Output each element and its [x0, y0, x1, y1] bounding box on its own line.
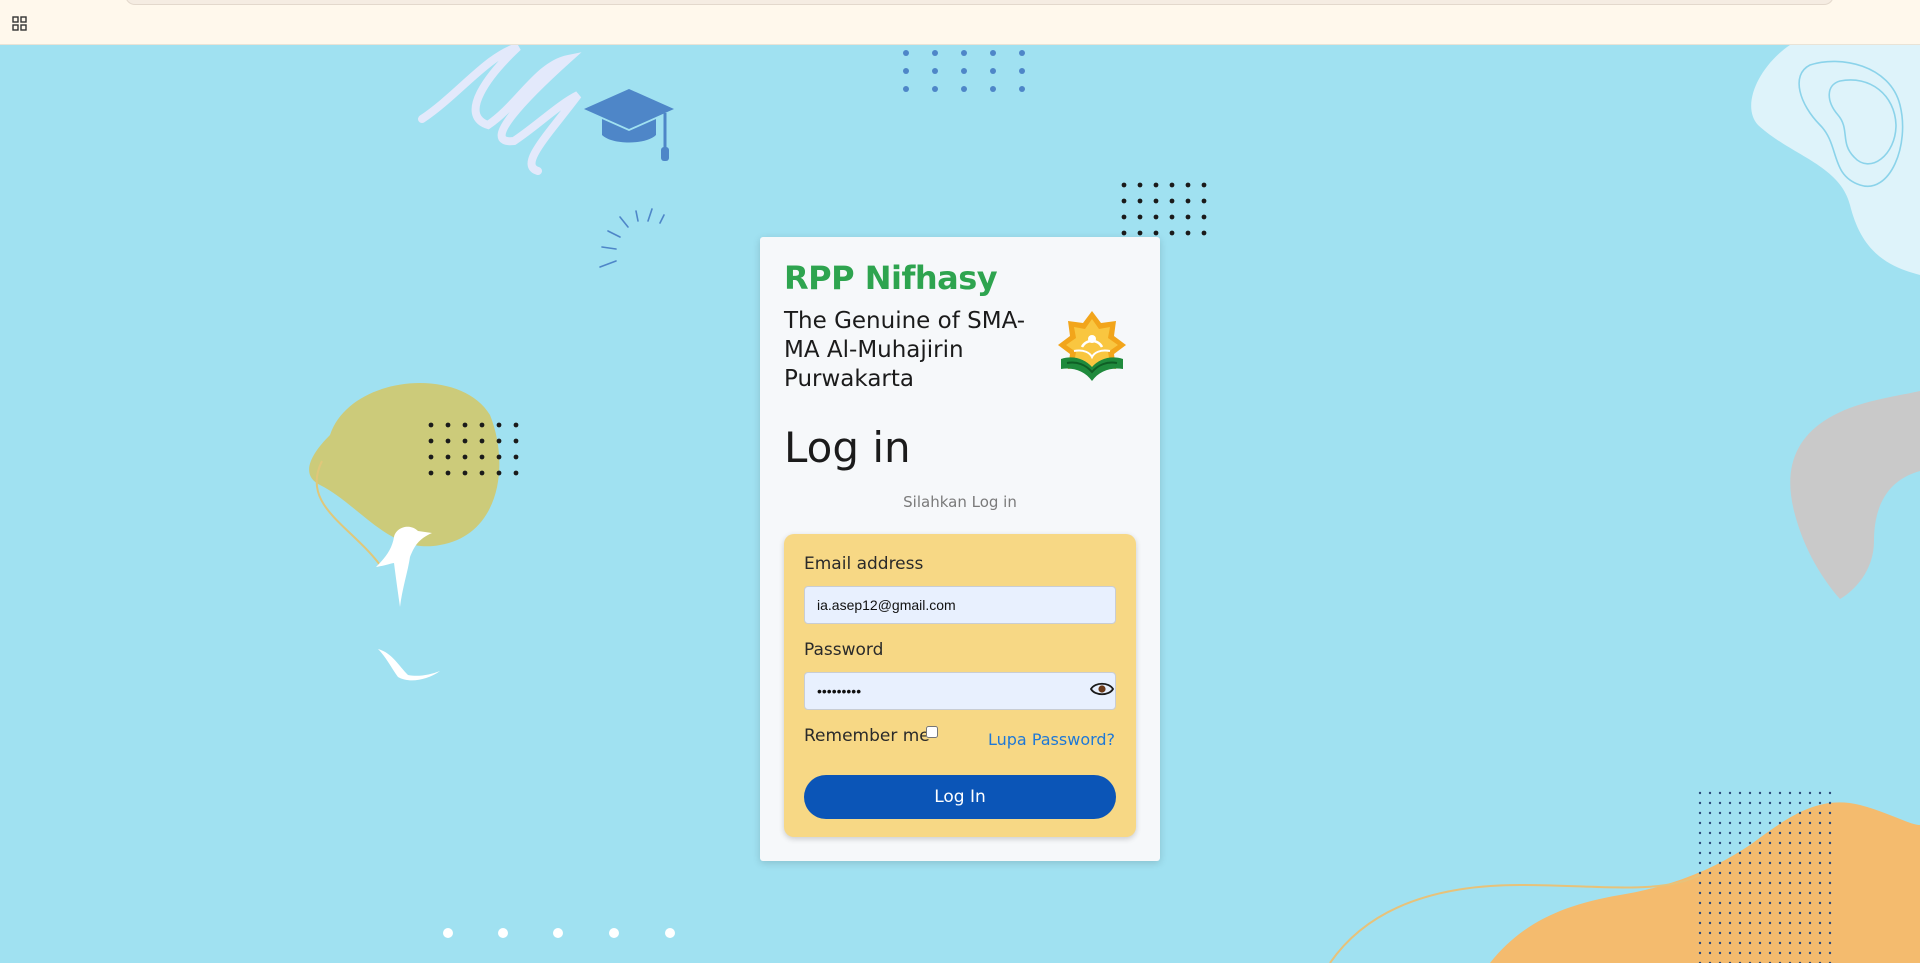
bird-decoration [376, 526, 432, 607]
dot-grid-decoration [903, 50, 1025, 92]
sparkle-decoration [599, 208, 665, 268]
wave-decoration [1751, 45, 1920, 275]
brand-title: RPP Nifhasy [784, 259, 998, 297]
email-label: Email address [804, 554, 924, 574]
login-heading: Log in [784, 423, 911, 472]
password-label: Password [804, 640, 884, 660]
dot-grid-decoration [428, 422, 519, 476]
password-field[interactable] [804, 672, 1116, 710]
graduation-cap-icon [584, 89, 674, 161]
forgot-password-link[interactable]: Lupa Password? [988, 730, 1115, 749]
show-password-icon[interactable] [1090, 681, 1114, 697]
top-bar [0, 0, 1920, 45]
login-subtitle: Silahkan Log in [903, 493, 1017, 511]
top-bar-strip [125, 0, 1834, 5]
brand-tagline: The Genuine of SMA-MA Al-Muhajirin Purwa… [784, 308, 1026, 392]
login-page: RPP Nifhasy The Genuine of SMA-MA Al-Muh… [0, 45, 1920, 963]
scribble-decoration [418, 45, 582, 175]
blob-decoration [1790, 391, 1920, 599]
dot-grid-decoration [1698, 791, 1838, 963]
email-field[interactable] [804, 586, 1116, 624]
login-button[interactable]: Log In [804, 775, 1116, 819]
remember-me-label: Remember me [804, 726, 930, 746]
bird-decoration [378, 649, 440, 681]
dot-grid-decoration [1121, 182, 1207, 236]
school-logo-icon [1058, 311, 1126, 381]
dot-row-decoration [443, 928, 675, 938]
apps-grid-icon[interactable] [12, 16, 28, 32]
remember-me-checkbox[interactable] [926, 726, 938, 738]
login-form: Email address Password Remember me Lupa … [784, 534, 1136, 837]
login-card: RPP Nifhasy The Genuine of SMA-MA Al-Muh… [760, 237, 1160, 861]
